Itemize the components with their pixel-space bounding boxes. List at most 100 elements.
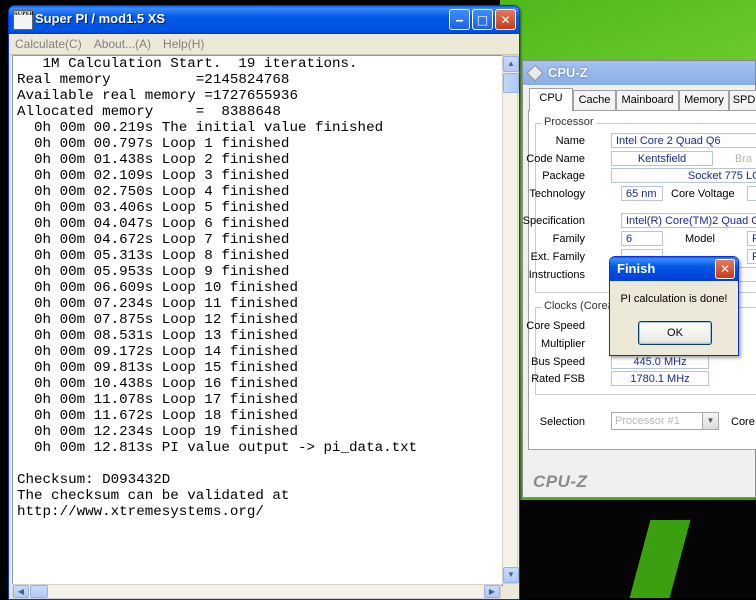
vertical-scrollbar[interactable]: ▲ ▼ xyxy=(502,55,519,584)
minimize-icon: ‒ xyxy=(455,13,464,27)
tab-memory[interactable]: Memory xyxy=(679,90,729,110)
bus-speed-label: Bus Speed xyxy=(531,356,585,368)
output-line: 0h 00m 11.672s Loop 18 finished xyxy=(17,408,298,424)
scroll-left-button[interactable]: ◀ xyxy=(13,585,29,598)
output-console[interactable]: 1M Calculation Start. 19 iterations. Real… xyxy=(12,55,503,586)
tab-cache[interactable]: Cache xyxy=(573,90,616,110)
maximize-button[interactable]: □ xyxy=(472,9,493,30)
output-line: Allocated memory = 8388648 xyxy=(17,104,281,120)
ext-family-label: Ext. Family xyxy=(530,251,585,263)
instructions-label: Instructions xyxy=(528,269,585,281)
output-line: 0h 00m 07.234s Loop 11 finished xyxy=(17,296,298,312)
package-value: Socket 775 LGA xyxy=(611,168,756,183)
package-label: Package xyxy=(542,170,585,182)
scroll-thumb[interactable] xyxy=(503,73,519,93)
output-line: 0h 00m 11.078s Loop 17 finished xyxy=(17,392,298,408)
output-line: 0h 00m 02.109s Loop 3 finished xyxy=(17,168,290,184)
minimize-button[interactable]: ‒ xyxy=(449,9,470,30)
close-button[interactable]: ✕ xyxy=(495,9,516,30)
model-value: F xyxy=(747,231,756,246)
arrow-up-icon: ▲ xyxy=(507,59,515,68)
output-line: 0h 00m 03.406s Loop 5 finished xyxy=(17,200,290,216)
core-speed-label: Core Speed xyxy=(526,320,585,332)
specification-label: Specification xyxy=(522,215,585,227)
output-line: 0h 00m 00.219s The initial value finishe… xyxy=(17,120,384,136)
multiplier-label: Multiplier xyxy=(540,338,585,350)
superpi-app-icon: SUPER xyxy=(13,10,34,30)
brand-label: Bra xyxy=(735,153,753,165)
family-value: 6 xyxy=(621,231,663,246)
codename-value: Kentsfield xyxy=(611,151,713,166)
rated-fsb-value: 1780.1 MHz xyxy=(611,371,709,386)
output-text: 1M Calculation Start. 19 iterations. Real… xyxy=(13,56,502,520)
output-line: 0h 00m 09.813s Loop 15 finished xyxy=(17,360,298,376)
output-line: 0h 00m 05.313s Loop 8 finished xyxy=(17,248,290,264)
model-label: Model xyxy=(685,233,715,245)
superpi-title: Super PI / mod1.5 XS xyxy=(35,11,166,26)
scroll-up-button[interactable]: ▲ xyxy=(503,56,519,72)
maximize-icon: □ xyxy=(476,13,489,27)
dialog-close-button[interactable]: ✕ xyxy=(715,259,735,279)
selection-label: Selection xyxy=(539,416,585,428)
output-line: Real memory =2145824768 xyxy=(17,72,290,88)
output-line: 0h 00m 00.797s Loop 1 finished xyxy=(17,136,290,152)
rated-fsb-label: Rated FSB xyxy=(531,373,585,385)
finish-title: Finish xyxy=(617,261,656,276)
tab-cpu[interactable]: CPU xyxy=(529,88,573,111)
cpuz-logo: CPU-Z xyxy=(533,472,588,491)
arrow-down-icon: ▼ xyxy=(507,570,515,579)
technology-label: Technology xyxy=(529,188,585,200)
menu-calculate[interactable]: Calculate(C) xyxy=(9,37,88,51)
name-value: Intel Core 2 Quad Q6 xyxy=(611,133,756,148)
menu-help[interactable]: Help(H) xyxy=(157,37,210,51)
cores-label: Core xyxy=(731,416,755,428)
finish-title-bar[interactable]: Finish ✕ xyxy=(610,257,738,281)
output-line: 0h 00m 12.813s PI value output -> pi_dat… xyxy=(17,440,418,456)
processor-select[interactable]: Processor #1 ▼ xyxy=(611,412,719,430)
scroll-right-button[interactable]: ▶ xyxy=(484,585,500,598)
output-line: 0h 00m 09.172s Loop 14 finished xyxy=(17,344,298,360)
superpi-menubar: Calculate(C) About...(A) Help(H) xyxy=(9,34,519,55)
close-icon: ✕ xyxy=(500,13,511,27)
cpuz-title: CPU-Z xyxy=(548,65,588,80)
specification-value: Intel(R) Core(TM)2 Quad C xyxy=(621,213,756,228)
ext-model-value: F xyxy=(747,249,756,264)
finish-message: PI calculation is done! xyxy=(620,293,728,305)
finish-dialog: Finish ✕ PI calculation is done! OK xyxy=(609,256,739,356)
cpuz-title-bar[interactable]: CPU-Z xyxy=(523,61,755,85)
core-voltage-value xyxy=(747,186,756,201)
output-line: 0h 00m 02.750s Loop 4 finished xyxy=(17,184,290,200)
output-line: 0h 00m 08.531s Loop 13 finished xyxy=(17,328,298,344)
output-line: 0h 00m 04.672s Loop 7 finished xyxy=(17,232,290,248)
output-line: 0h 00m 12.234s Loop 19 finished xyxy=(17,424,298,440)
close-icon: ✕ xyxy=(719,262,731,276)
arrow-right-icon: ▶ xyxy=(488,587,496,596)
clocks-group-label: Clocks (Core# xyxy=(542,300,616,312)
tab-spd[interactable]: SPD xyxy=(729,90,756,110)
scroll-h-thumb[interactable] xyxy=(30,585,48,598)
scroll-down-button[interactable]: ▼ xyxy=(503,567,519,583)
superpi-title-bar[interactable]: SUPER Super PI / mod1.5 XS ‒ □ ✕ xyxy=(9,6,519,34)
output-line: The checksum can be validated at xyxy=(17,488,290,504)
output-line: 0h 00m 04.047s Loop 6 finished xyxy=(17,216,290,232)
output-line: Checksum: D093432D xyxy=(17,472,171,488)
output-line: 0h 00m 05.953s Loop 9 finished xyxy=(17,264,290,280)
horizontal-scrollbar[interactable]: ◀ ▶ xyxy=(12,584,501,599)
tab-mainboard[interactable]: Mainboard xyxy=(616,90,679,110)
output-line: Available real memory =1727655936 xyxy=(17,88,298,104)
menu-about[interactable]: About...(A) xyxy=(88,37,157,51)
technology-value: 65 nm xyxy=(621,186,663,201)
bus-speed-value: 445.0 MHz xyxy=(611,354,709,369)
output-line: http://www.xtremesystems.org/ xyxy=(17,504,264,520)
processor-select-value: Processor #1 xyxy=(615,415,680,427)
superpi-window: SUPER Super PI / mod1.5 XS ‒ □ ✕ Calcula… xyxy=(8,5,520,600)
core-voltage-label: Core Voltage xyxy=(671,188,735,200)
arrow-left-icon: ◀ xyxy=(17,587,25,596)
ok-button[interactable]: OK xyxy=(638,321,712,345)
output-line: 0h 00m 10.438s Loop 16 finished xyxy=(17,376,298,392)
output-line: 0h 00m 06.609s Loop 10 finished xyxy=(17,280,298,296)
output-line: 0h 00m 07.875s Loop 12 finished xyxy=(17,312,298,328)
processor-group-label: Processor xyxy=(542,116,596,128)
chevron-down-icon[interactable]: ▼ xyxy=(702,413,718,429)
